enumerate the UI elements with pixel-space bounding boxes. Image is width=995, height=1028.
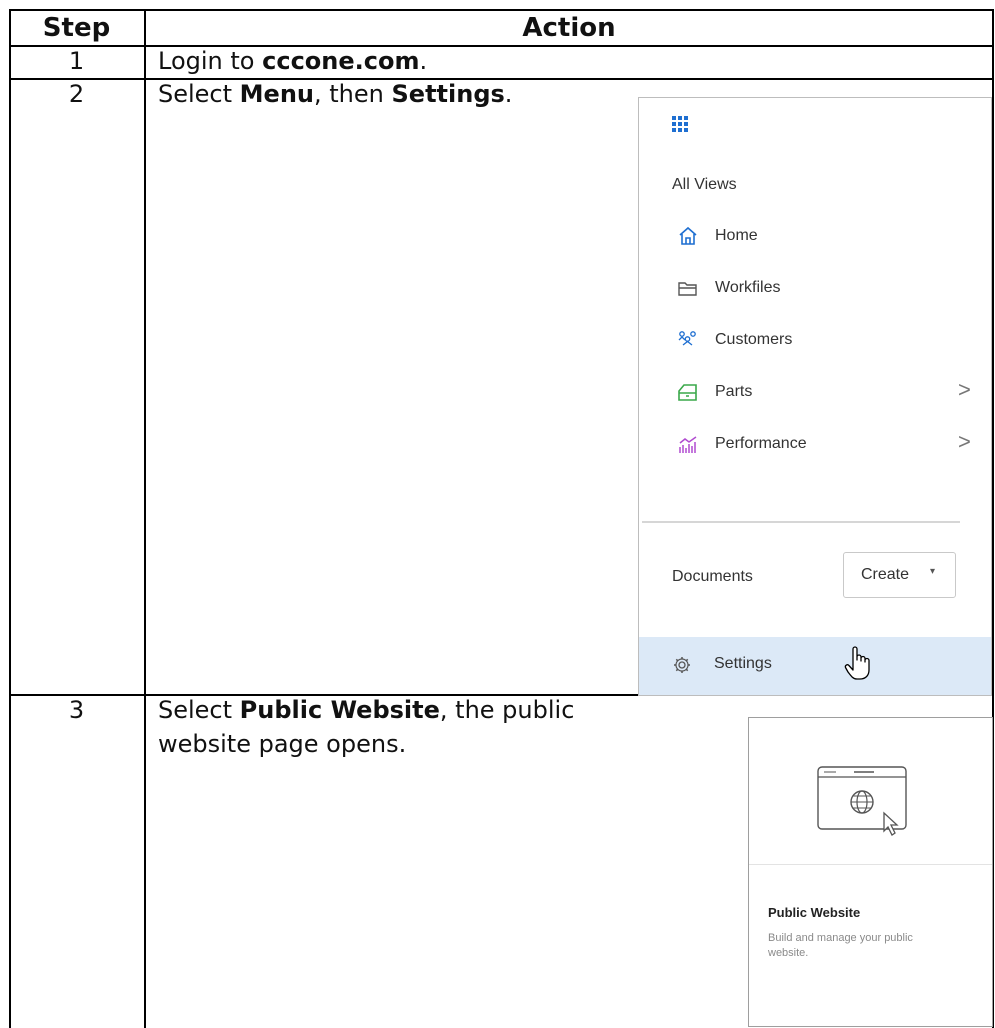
menu-term: Menu <box>239 80 315 108</box>
url-text: cccone.com <box>262 47 420 75</box>
table-row-divider <box>9 45 994 47</box>
text-run: , the public <box>439 696 575 724</box>
card-title: Public Website <box>768 905 861 920</box>
menu-divider <box>642 521 960 523</box>
menu-screenshot: All Views Home Workfiles Customers Parts… <box>638 97 992 696</box>
menu-item-label: Home <box>715 227 758 244</box>
menu-item-label: Customers <box>715 331 793 348</box>
menu-item-customers[interactable]: Customers <box>677 329 977 359</box>
browser-globe-icon <box>817 766 907 836</box>
text-run: . <box>419 47 428 75</box>
folder-icon <box>678 282 697 296</box>
text-run: Select <box>158 696 240 724</box>
create-button[interactable]: Create ▾ <box>843 552 956 598</box>
header-step: Step <box>42 13 111 43</box>
menu-item-settings[interactable]: Settings <box>639 637 991 695</box>
menu-item-performance[interactable]: Performance > <box>677 429 977 463</box>
table-border-left <box>9 9 11 1028</box>
hand-cursor-icon <box>844 646 870 680</box>
text-run: Select <box>158 80 240 108</box>
header-action: Action <box>522 13 616 43</box>
table-border-middle <box>144 9 146 1028</box>
table-border-top <box>9 9 994 11</box>
card-divider <box>749 864 992 865</box>
text-run: . <box>504 80 513 108</box>
menu-item-label: Workfiles <box>715 279 781 296</box>
step-number: 1 <box>68 47 85 75</box>
caret-down-icon: ▾ <box>930 566 936 577</box>
step-2-text: Select Menu, then Settings. <box>158 79 512 109</box>
gear-icon <box>674 657 690 673</box>
step-number: 2 <box>68 80 85 108</box>
step-number: 3 <box>68 696 85 724</box>
menu-item-home[interactable]: Home <box>677 225 977 255</box>
step-1-text: Login to cccone.com. <box>158 46 427 76</box>
chevron-right-icon: > <box>958 429 971 454</box>
menu-item-workfiles[interactable]: Workfiles <box>677 277 977 307</box>
chevron-right-icon: > <box>958 377 971 402</box>
performance-icon <box>679 436 697 453</box>
public-website-term: Public Website <box>239 696 440 724</box>
step-3-text: Select Public Website, the public <box>158 695 574 725</box>
settings-term: Settings <box>391 80 505 108</box>
parts-icon <box>678 384 697 401</box>
app-grid-icon[interactable] <box>672 116 689 133</box>
text-run: Login to <box>158 47 263 75</box>
settings-label: Settings <box>714 655 772 672</box>
customers-icon <box>678 331 696 346</box>
create-button-label: Create <box>861 566 910 583</box>
menu-item-parts[interactable]: Parts > <box>677 377 977 411</box>
text-run: , then <box>314 80 392 108</box>
documents-label: Documents <box>672 568 753 585</box>
home-icon <box>679 226 697 245</box>
menu-item-label: Performance <box>715 435 807 452</box>
public-website-card[interactable]: Public Website Build and manage your pub… <box>748 717 993 1027</box>
card-description: Build and manage your public website. <box>768 932 913 959</box>
menu-item-label: Parts <box>715 383 753 400</box>
all-views-label: All Views <box>672 176 737 193</box>
step-3-text-line2: website page opens. <box>158 730 407 758</box>
